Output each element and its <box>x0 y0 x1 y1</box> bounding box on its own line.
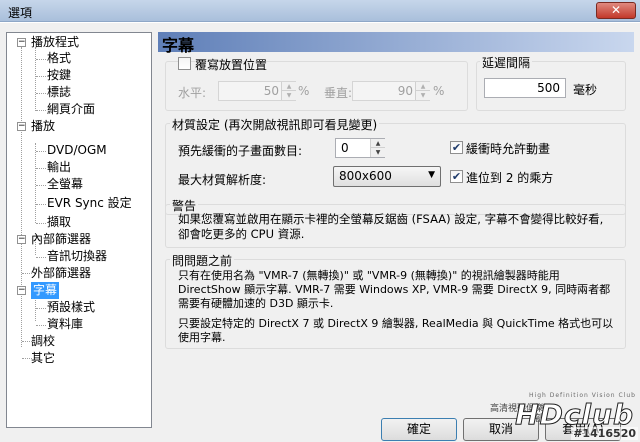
spin-down-icon[interactable]: ▼ <box>416 91 430 100</box>
vertical-spinner[interactable]: 90 ▲ ▼ <box>352 81 430 101</box>
allow-animation-label: 緩衝時允許動畫 <box>466 142 551 156</box>
prebuffer-label: 預先緩衝的子畫面數目: <box>178 144 303 158</box>
tree-item-playback[interactable]: 播放 <box>31 118 55 135</box>
warning-text: 如果您覆寫並啟用在顯示卡裡的全螢幕反鋸齒 (FSAA) 設定, 字幕不會變得比較… <box>178 212 604 241</box>
tree-item-evr-sync[interactable]: EVR Sync 設定 <box>47 195 132 212</box>
tree-item-dvd-ogm[interactable]: DVD/OGM <box>47 142 107 159</box>
texture-title: 材質設定 (再次開啟視訊即可看見變更) <box>170 116 380 133</box>
spin-down-icon[interactable]: ▼ <box>282 91 296 100</box>
tree-item-default-style[interactable]: 預設樣式 <box>47 299 95 316</box>
round-pow2-checkbox[interactable]: ✔ <box>450 170 463 183</box>
spin-down-icon[interactable]: ▼ <box>371 148 385 157</box>
tree-item-web-interface[interactable]: 網頁介面 <box>47 101 95 118</box>
tree-item-database[interactable]: 資料庫 <box>47 316 83 333</box>
tree-line <box>36 325 46 326</box>
collapse-icon[interactable]: − <box>17 122 26 131</box>
dialog-client: − 播放程式 格式 按鍵 標誌 網頁介面 − 播放 DVD/OGM 輸出 全螢幕… <box>0 23 640 442</box>
chevron-down-icon: ▼ <box>428 170 435 180</box>
close-button[interactable]: ✕ <box>596 2 636 19</box>
delay-title: 延遲間隔 <box>480 54 533 71</box>
vertical-value: 90 <box>397 84 413 98</box>
tree-line <box>36 110 46 111</box>
collapse-icon[interactable]: − <box>17 235 26 244</box>
tree-line <box>36 257 46 258</box>
spin-up-icon[interactable]: ▲ <box>371 139 385 148</box>
spin-up-icon[interactable]: ▲ <box>416 82 430 91</box>
faq-title: 問問題之前 <box>170 252 235 269</box>
tree-line <box>36 308 46 309</box>
window-title: 選項 <box>8 6 33 20</box>
tree-line <box>36 59 46 60</box>
tree-line <box>36 151 46 152</box>
vertical-unit: % <box>433 84 445 98</box>
tree-item-internal-filters[interactable]: 內部篩選器 <box>31 231 91 248</box>
spinner-arrows: ▲ ▼ <box>415 82 430 100</box>
max-resolution-value: 800x600 <box>339 169 392 183</box>
vertical-label: 垂直: <box>324 86 353 100</box>
prebuffer-spinner[interactable]: 0 ▲ ▼ <box>335 138 385 158</box>
tree-line <box>36 76 46 77</box>
tree-item-external-filters[interactable]: 外部篩選器 <box>31 265 91 282</box>
watermark: High Definition Vision Club 高清視聽俱樂部 HDcl… <box>470 390 640 442</box>
tree-line <box>36 168 46 169</box>
horizontal-unit: % <box>298 84 310 98</box>
tree-line <box>36 93 46 94</box>
page-title: 字幕 <box>162 36 195 55</box>
delay-unit: 毫秒 <box>573 83 598 97</box>
collapse-icon[interactable]: − <box>17 286 26 295</box>
max-resolution-label: 最大材質解析度: <box>178 173 267 187</box>
tree-line <box>36 223 46 224</box>
page-header: 字幕 <box>158 32 634 55</box>
tree-item-misc[interactable]: 其它 <box>31 350 55 367</box>
spinner-arrows: ▲ ▼ <box>281 82 296 100</box>
tree-item-keys[interactable]: 按鍵 <box>47 67 71 84</box>
tree-item-capture[interactable]: 擷取 <box>47 214 71 231</box>
round-pow2-label: 進位到 2 的乘方 <box>466 171 554 185</box>
tree-item-subtitles[interactable]: 字幕 <box>31 282 60 299</box>
tree-line <box>35 143 36 223</box>
tree-line <box>21 47 22 347</box>
tree-line <box>35 47 36 111</box>
override-position-checkbox[interactable] <box>178 57 191 70</box>
collapse-icon[interactable]: − <box>17 38 26 47</box>
tree-item-output[interactable]: 輸出 <box>47 159 71 176</box>
allow-animation-checkbox[interactable]: ✔ <box>450 141 463 154</box>
tree-line <box>36 204 46 205</box>
watermark-id: #1416520 <box>571 427 638 440</box>
tree-item-fullscreen[interactable]: 全螢幕 <box>47 176 83 193</box>
prebuffer-value: 0 <box>341 141 349 155</box>
tree-item-audio-switcher[interactable]: 音訊切換器 <box>47 248 107 265</box>
tree-item-tweaks[interactable]: 調校 <box>31 333 55 350</box>
horizontal-spinner[interactable]: 50 ▲ ▼ <box>218 81 296 101</box>
tree-line <box>36 185 46 186</box>
delay-input[interactable]: 500 <box>484 78 566 98</box>
faq-paragraph-1: 只有在使用名為 "VMR-7 (無轉換)" 或 "VMR-9 (無轉換)" 的視… <box>178 269 611 310</box>
max-resolution-select[interactable]: 800x600 ▼ <box>333 166 441 187</box>
horizontal-label: 水平: <box>178 86 207 100</box>
spin-up-icon[interactable]: ▲ <box>282 82 296 91</box>
tree-item-player[interactable]: 播放程式 <box>31 34 79 51</box>
spinner-arrows: ▲ ▼ <box>370 139 385 157</box>
options-tree[interactable]: − 播放程式 格式 按鍵 標誌 網頁介面 − 播放 DVD/OGM 輸出 全螢幕… <box>6 32 152 428</box>
title-bar: 選項 ✕ <box>0 0 640 22</box>
faq-paragraph-2: 只要設定特定的 DirectX 7 或 DirectX 9 繪製器, RealM… <box>178 317 614 344</box>
override-position-label: 覆寫放置位置 <box>195 58 268 72</box>
tree-item-logo[interactable]: 標誌 <box>47 84 71 101</box>
horizontal-value: 50 <box>263 84 279 98</box>
ok-button[interactable]: 確定 <box>381 418 457 441</box>
tree-item-formats[interactable]: 格式 <box>47 50 71 67</box>
